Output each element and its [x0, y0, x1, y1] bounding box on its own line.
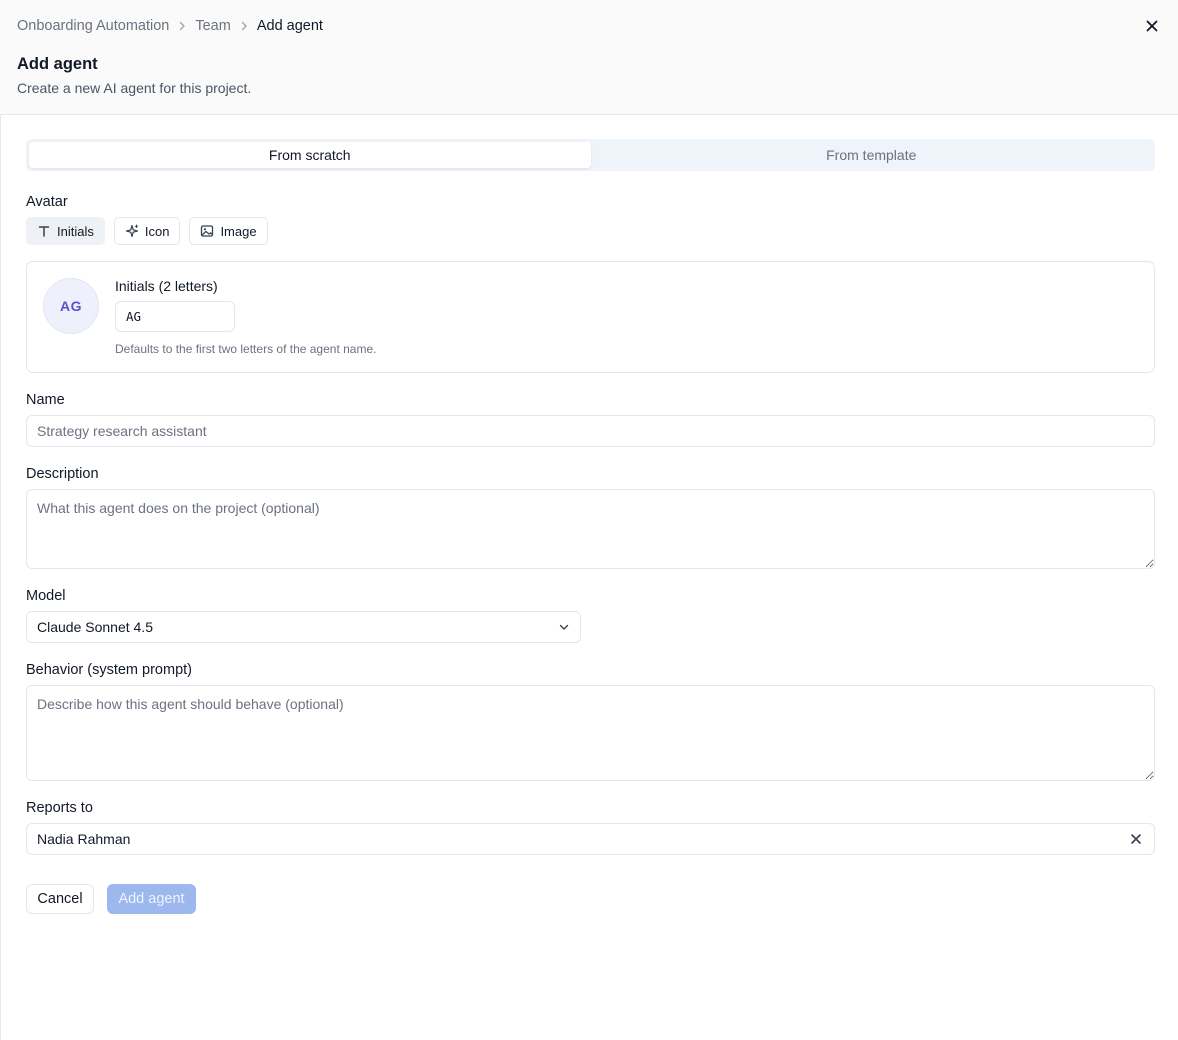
avatar: AG	[43, 278, 99, 334]
model-select[interactable]: Claude Sonnet 4.5	[26, 611, 581, 643]
breadcrumb: Onboarding Automation Team Add agent	[17, 17, 323, 35]
breadcrumb-item-team[interactable]: Team	[195, 18, 230, 34]
page-header: Onboarding Automation Team Add agent Add…	[0, 0, 1178, 115]
close-icon	[1131, 834, 1141, 844]
initials-label: Initials (2 letters)	[115, 278, 218, 294]
model-label: Model	[26, 588, 66, 604]
avatar-tab-label: Icon	[144, 223, 170, 239]
tab-from-template[interactable]: From template	[591, 142, 1153, 168]
behavior-label: Behavior (system prompt)	[26, 662, 192, 678]
mode-switch: From scratch From template	[26, 139, 1155, 171]
avatar-tab-icon[interactable]: Icon	[113, 217, 181, 245]
avatar-tab-image[interactable]: Image	[189, 217, 268, 245]
reports-to-label: Reports to	[26, 800, 93, 816]
page-title: Add agent	[17, 55, 98, 73]
add-agent-button[interactable]: Add agent	[107, 884, 196, 914]
name-label: Name	[26, 392, 65, 408]
chevron-right-icon	[169, 20, 195, 32]
clear-selection-button[interactable]	[1128, 831, 1144, 847]
avatar-initials-card: AG Initials (2 letters) Defaults to the …	[26, 261, 1155, 373]
avatar-tab-label: Image	[220, 223, 257, 239]
tab-from-scratch[interactable]: From scratch	[29, 142, 591, 168]
behavior-textarea[interactable]	[26, 685, 1155, 781]
page-subtitle: Create a new AI agent for this project.	[17, 80, 252, 96]
avatar-type-tabs: Initials Icon Image	[26, 217, 268, 245]
add-agent-form: From scratch From template Avatar Initia…	[0, 115, 1178, 1040]
breadcrumb-item-project[interactable]: Onboarding Automation	[17, 18, 169, 34]
initials-input[interactable]	[115, 301, 235, 332]
close-icon	[1146, 20, 1158, 32]
avatar-tab-label: Initials	[57, 223, 94, 239]
close-button[interactable]	[1142, 16, 1162, 36]
cancel-button[interactable]: Cancel	[26, 884, 94, 914]
initials-hint: Defaults to the first two letters of the…	[115, 342, 377, 356]
breadcrumb-item-current: Add agent	[256, 18, 323, 34]
reports-to-selected-value: Nadia Rahman	[37, 831, 131, 847]
description-textarea[interactable]	[26, 489, 1155, 569]
chevron-down-icon	[559, 624, 569, 630]
name-input[interactable]	[26, 415, 1155, 447]
sparkles-icon	[125, 224, 139, 238]
avatar-label: Avatar	[26, 194, 68, 210]
image-icon	[201, 225, 214, 237]
chevron-right-icon	[231, 20, 257, 32]
reports-to-select[interactable]: Nadia Rahman	[26, 823, 1155, 855]
avatar-tab-initials[interactable]: Initials	[26, 217, 105, 245]
type-icon	[38, 226, 50, 237]
model-selected-value: Claude Sonnet 4.5	[37, 619, 153, 635]
description-label: Description	[26, 466, 99, 482]
